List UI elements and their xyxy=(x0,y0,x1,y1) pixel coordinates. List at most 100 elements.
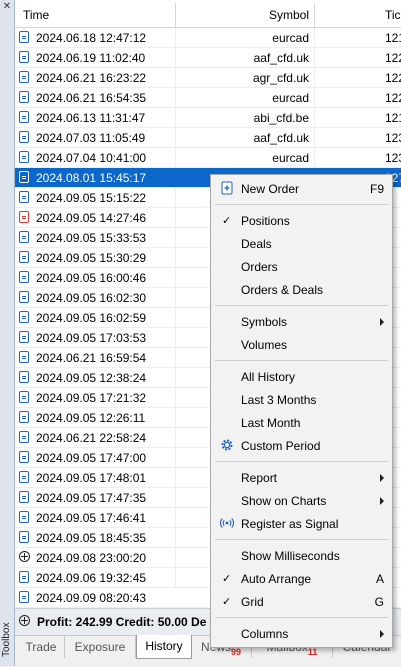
cell-time: 2024.06.21 16:54:35 xyxy=(36,91,147,105)
cell-time: 2024.06.21 16:59:54 xyxy=(36,351,147,365)
column-header-symbol[interactable]: Symbol xyxy=(175,8,309,22)
cell-ticket: 12334 xyxy=(385,151,401,165)
cell-time: 2024.09.05 16:02:59 xyxy=(36,311,147,325)
cell-time: 2024.09.05 17:47:35 xyxy=(36,491,147,505)
menu-item-show-milliseconds[interactable]: Show Milliseconds xyxy=(211,544,392,567)
cell-time: 2024.09.05 17:46:41 xyxy=(36,511,147,525)
toolbox-strip[interactable]: ✕ Toolbox xyxy=(0,0,15,666)
expand-plus-icon[interactable] xyxy=(19,615,30,626)
cell-time: 2024.09.05 16:00:46 xyxy=(36,271,147,285)
menu-item-grid[interactable]: ✓ Grid G xyxy=(211,590,392,613)
checkmark-icon: ✓ xyxy=(222,215,232,227)
submenu-arrow-icon xyxy=(380,630,384,638)
menu-item-deals[interactable]: Deals xyxy=(211,232,392,255)
cell-time: 2024.09.09 08:20:43 xyxy=(36,591,147,605)
plus-circle-icon xyxy=(19,551,30,562)
document-icon xyxy=(19,591,29,603)
document-icon xyxy=(19,571,29,583)
menu-item-last-month[interactable]: Last Month xyxy=(211,411,392,434)
document-icon xyxy=(19,251,29,263)
cell-time: 2024.09.05 17:47:00 xyxy=(36,451,147,465)
menu-item-auto-arrange[interactable]: ✓ Auto Arrange A xyxy=(211,567,392,590)
menu-separator xyxy=(215,617,388,618)
document-icon xyxy=(19,351,29,363)
submenu-arrow-icon xyxy=(380,474,384,482)
menu-item-volumes[interactable]: Volumes xyxy=(211,333,392,356)
cell-time: 2024.09.05 15:15:22 xyxy=(36,191,147,205)
menu-separator xyxy=(215,360,388,361)
menu-item-symbols[interactable]: Symbols xyxy=(211,310,392,333)
document-icon xyxy=(19,431,29,443)
table-row[interactable]: 2024.07.03 11:05:49 aaf_cfd.uk 12324 xyxy=(15,128,401,148)
menu-item-orders-deals[interactable]: Orders & Deals xyxy=(211,278,392,301)
menu-separator xyxy=(215,461,388,462)
document-icon xyxy=(19,471,29,483)
menu-separator xyxy=(215,539,388,540)
cell-time: 2024.06.19 11:02:40 xyxy=(36,51,146,65)
cell-time: 2024.09.05 12:26:11 xyxy=(36,411,146,425)
document-icon xyxy=(19,391,29,403)
document-icon xyxy=(19,91,29,103)
column-divider[interactable] xyxy=(314,3,315,27)
menu-item-positions[interactable]: ✓ Positions xyxy=(211,209,392,232)
toolbox-label: Toolbox xyxy=(1,622,12,657)
column-header-ticket[interactable]: Tic xyxy=(385,8,401,22)
cell-time: 2024.09.05 17:03:53 xyxy=(36,331,147,345)
cell-ticket: 12199 xyxy=(385,31,401,45)
menu-separator xyxy=(215,305,388,306)
menu-item-last-3-months[interactable]: Last 3 Months xyxy=(211,388,392,411)
new-order-icon xyxy=(221,181,233,195)
table-row[interactable]: 2024.06.21 16:23:22 agr_cfd.uk 12214 xyxy=(15,68,401,88)
cell-time: 2024.09.05 17:21:32 xyxy=(36,391,147,405)
menu-separator xyxy=(215,204,388,205)
table-row[interactable]: 2024.06.21 16:54:35 eurcad 12235 xyxy=(15,88,401,108)
cell-time: 2024.09.06 19:32:45 xyxy=(36,571,147,585)
menu-item-show-on-charts[interactable]: Show on Charts xyxy=(211,489,392,512)
menu-item-all-history[interactable]: All History xyxy=(211,365,392,388)
submenu-arrow-icon xyxy=(380,497,384,505)
cell-symbol: eurcad xyxy=(272,91,309,105)
menu-item-columns[interactable]: Columns xyxy=(211,622,392,645)
document-red-icon xyxy=(19,211,29,223)
document-icon xyxy=(19,111,29,123)
document-icon xyxy=(19,191,29,203)
close-icon[interactable]: ✕ xyxy=(2,2,12,12)
cell-time: 2024.06.21 16:23:22 xyxy=(36,71,147,85)
menu-item-report[interactable]: Report xyxy=(211,466,392,489)
document-icon xyxy=(19,371,29,383)
cell-time: 2024.07.04 10:41:00 xyxy=(36,151,147,165)
tab-exposure[interactable]: Exposure xyxy=(65,636,136,658)
cell-time: 2024.09.05 14:27:46 xyxy=(36,211,147,225)
document-icon xyxy=(19,311,29,323)
menu-item-new-order[interactable]: New Order F9 xyxy=(211,177,392,200)
cell-symbol: aaf_cfd.uk xyxy=(253,51,309,65)
document-icon xyxy=(19,271,29,283)
table-row[interactable]: 2024.06.18 12:47:12 eurcad 12199 xyxy=(15,28,401,48)
menu-item-register-signal[interactable]: Register as Signal xyxy=(211,512,392,535)
document-icon xyxy=(19,491,29,503)
tab-history[interactable]: History xyxy=(136,635,192,659)
checkmark-icon: ✓ xyxy=(222,596,232,608)
menu-item-orders[interactable]: Orders xyxy=(211,255,392,278)
tab-trade[interactable]: Trade xyxy=(18,636,65,658)
cell-time: 2024.06.21 22:58:24 xyxy=(36,431,147,445)
menu-item-custom-period[interactable]: Custom Period xyxy=(211,434,392,457)
cell-ticket: 12324 xyxy=(385,131,401,145)
document-icon xyxy=(19,71,29,83)
document-icon xyxy=(19,31,29,43)
document-icon xyxy=(19,331,29,343)
checkmark-icon: ✓ xyxy=(222,573,232,585)
context-menu: New Order F9 ✓ Positions Deals Orders Or… xyxy=(210,174,393,648)
cell-ticket: 12235 xyxy=(385,91,401,105)
cell-time: 2024.09.05 12:38:24 xyxy=(36,371,147,385)
cell-symbol: aaf_cfd.uk xyxy=(253,131,309,145)
column-header-time[interactable]: Time xyxy=(23,8,49,22)
cell-time: 2024.09.05 18:45:35 xyxy=(36,531,147,545)
table-row[interactable]: 2024.07.04 10:41:00 eurcad 12334 xyxy=(15,148,401,168)
cell-symbol: eurcad xyxy=(272,31,309,45)
table-row[interactable]: 2024.06.19 11:02:40 aaf_cfd.uk 12209 xyxy=(15,48,401,68)
document-icon xyxy=(19,51,29,63)
table-row[interactable]: 2024.06.13 11:31:47 abi_cfd.be 12164 xyxy=(15,108,401,128)
document-icon xyxy=(19,451,29,463)
cell-time: 2024.06.18 12:47:12 xyxy=(36,31,147,45)
